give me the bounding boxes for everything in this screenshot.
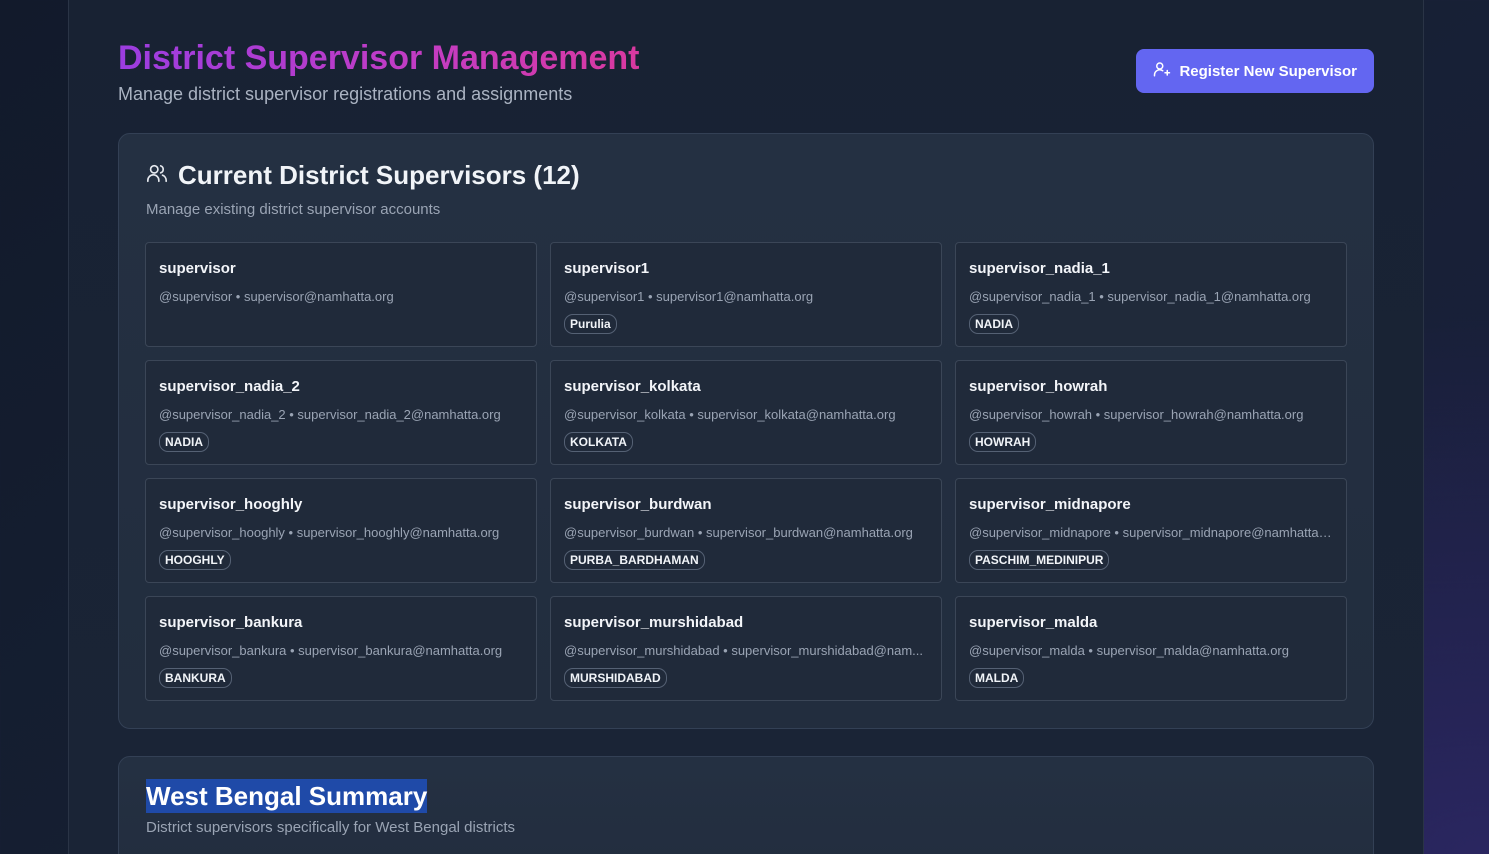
- supervisor-name: supervisor_bankura: [159, 614, 303, 631]
- district-badge: HOWRAH: [969, 432, 1037, 452]
- supervisor-name: supervisor_nadia_2: [159, 378, 300, 395]
- supervisor-meta: @supervisor_burdwan • supervisor_burdwan…: [564, 525, 913, 540]
- supervisor-name: supervisor1: [564, 260, 650, 277]
- page-header: District Supervisor Management Manage di…: [118, 38, 1374, 108]
- supervisor-meta: @supervisor_kolkata • supervisor_kolkata…: [564, 407, 896, 422]
- district-badge: MURSHIDABAD: [564, 668, 667, 688]
- supervisor-meta: @supervisor_nadia_1 • supervisor_nadia_1…: [969, 289, 1311, 304]
- district-badge: NADIA: [159, 432, 209, 452]
- page-title: District Supervisor Management: [118, 39, 640, 77]
- supervisor-card[interactable]: supervisor @supervisor • supervisor@namh…: [145, 242, 537, 347]
- supervisor-card[interactable]: supervisor_kolkata @supervisor_kolkata •…: [550, 360, 942, 465]
- supervisor-name: supervisor_kolkata: [564, 378, 701, 395]
- supervisor-meta: @supervisor_bankura • supervisor_bankura…: [159, 643, 503, 658]
- supervisor-meta: @supervisor • supervisor@namhatta.org: [159, 289, 394, 304]
- supervisor-card[interactable]: supervisor_nadia_1 @supervisor_nadia_1 •…: [955, 242, 1347, 347]
- supervisor-card[interactable]: supervisor_bankura @supervisor_bankura •…: [145, 596, 537, 701]
- register-new-supervisor-button[interactable]: Register New Supervisor: [1136, 49, 1374, 93]
- supervisor-card[interactable]: supervisor_hooghly @supervisor_hooghly •…: [145, 478, 537, 583]
- supervisor-name: supervisor_nadia_1: [969, 260, 1110, 277]
- current-supervisors-panel: Current District Supervisors (12) Manage…: [118, 133, 1374, 729]
- summary-description: District supervisors specifically for We…: [146, 819, 515, 836]
- panel-title: Current District Supervisors (12): [178, 160, 580, 190]
- district-badge: Purulia: [564, 314, 617, 334]
- supervisor-meta: @supervisor_hooghly • supervisor_hooghly…: [159, 525, 500, 540]
- supervisor-name: supervisor_howrah: [969, 378, 1108, 395]
- supervisor-name: supervisor_midnapore: [969, 496, 1131, 513]
- supervisor-card[interactable]: supervisor_burdwan @supervisor_burdwan •…: [550, 478, 942, 583]
- district-badge: HOOGHLY: [159, 550, 231, 570]
- supervisor-card[interactable]: supervisor_malda @supervisor_malda • sup…: [955, 596, 1347, 701]
- supervisor-meta: @supervisor_malda • supervisor_malda@nam…: [969, 643, 1289, 658]
- supervisor-card[interactable]: supervisor_nadia_2 @supervisor_nadia_2 •…: [145, 360, 537, 465]
- supervisor-card[interactable]: supervisor_murshidabad @supervisor_mursh…: [550, 596, 942, 701]
- register-button-label: Register New Supervisor: [1179, 62, 1357, 80]
- supervisor-grid: supervisor @supervisor • supervisor@namh…: [145, 242, 1347, 701]
- supervisor-card[interactable]: supervisor1 @supervisor1 • supervisor1@n…: [550, 242, 942, 347]
- district-badge: PASCHIM_MEDINIPUR: [969, 550, 1110, 570]
- supervisor-name: supervisor: [159, 260, 236, 277]
- supervisor-name: supervisor_malda: [969, 614, 1098, 631]
- supervisor-card[interactable]: supervisor_midnapore @supervisor_midnapo…: [955, 478, 1347, 583]
- panel-header: Current District Supervisors (12) Manage…: [146, 160, 580, 218]
- panel-description: Manage existing district supervisor acco…: [146, 201, 441, 218]
- supervisor-meta: @supervisor_howrah • supervisor_howrah@n…: [969, 407, 1304, 422]
- supervisor-name: supervisor_burdwan: [564, 496, 712, 513]
- district-badge: PURBA_BARDHAMAN: [564, 550, 705, 570]
- supervisor-card[interactable]: supervisor_howrah @supervisor_howrah • s…: [955, 360, 1347, 465]
- users-icon: [146, 160, 168, 190]
- supervisor-name: supervisor_murshidabad: [564, 614, 744, 631]
- district-badge: KOLKATA: [564, 432, 633, 452]
- user-plus-icon: [1153, 60, 1171, 82]
- supervisor-meta: @supervisor1 • supervisor1@namhatta.org: [564, 289, 814, 304]
- summary-title: West Bengal Summary: [146, 779, 428, 813]
- summary-header: West Bengal Summary District supervisors…: [146, 779, 515, 836]
- supervisor-name: supervisor_hooghly: [159, 496, 303, 513]
- district-badge: NADIA: [969, 314, 1019, 334]
- district-badge: MALDA: [969, 668, 1025, 688]
- west-bengal-summary-panel: West Bengal Summary District supervisors…: [118, 756, 1374, 854]
- panel-title-row: Current District Supervisors (12): [146, 160, 580, 190]
- supervisor-meta: @supervisor_midnapore • supervisor_midna…: [969, 525, 1333, 540]
- district-badge: BANKURA: [159, 668, 232, 688]
- supervisor-meta: @supervisor_nadia_2 • supervisor_nadia_2…: [159, 407, 501, 422]
- supervisor-meta: @supervisor_murshidabad • supervisor_mur…: [564, 643, 923, 658]
